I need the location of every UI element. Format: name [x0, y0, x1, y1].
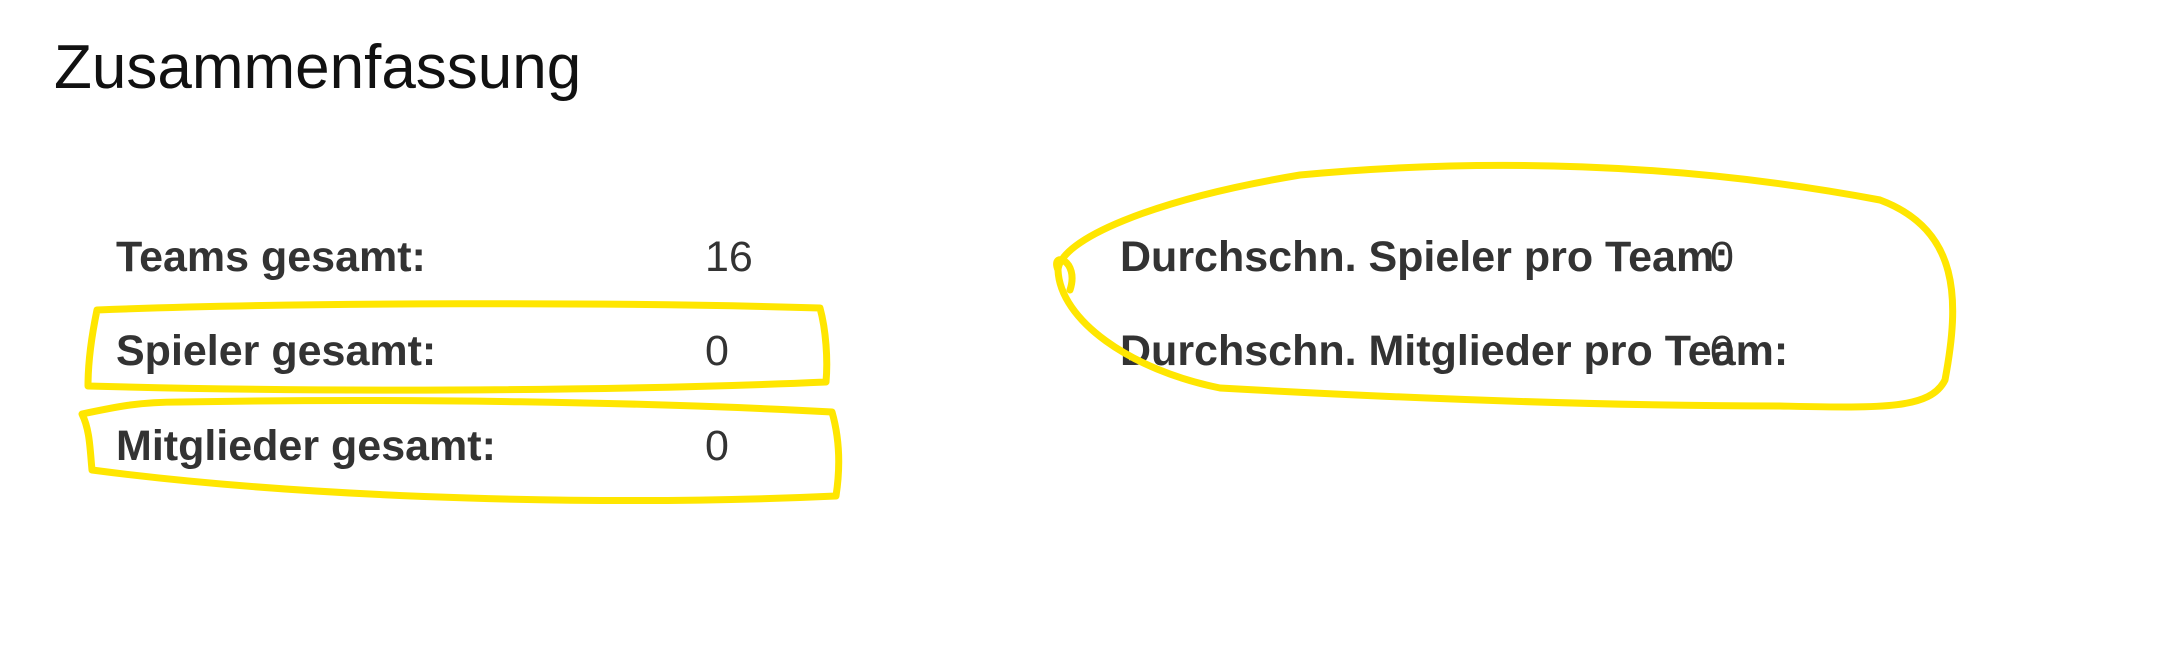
- stat-value: 0: [705, 327, 729, 375]
- stat-label: Mitglieder gesamt:: [116, 422, 496, 470]
- stat-value: 0: [705, 422, 729, 470]
- stat-value: 0: [1710, 327, 1734, 375]
- stat-label: Teams gesamt:: [116, 233, 426, 281]
- stat-value: 16: [705, 233, 753, 281]
- stat-label: Spieler gesamt:: [116, 327, 437, 375]
- stat-label: Durchschn. Spieler pro Team:: [1120, 233, 1729, 281]
- stat-value: 0: [1710, 233, 1734, 281]
- stat-label: Durchschn. Mitglieder pro Team:: [1120, 327, 1789, 375]
- page-title: Zusammenfassung: [54, 33, 582, 102]
